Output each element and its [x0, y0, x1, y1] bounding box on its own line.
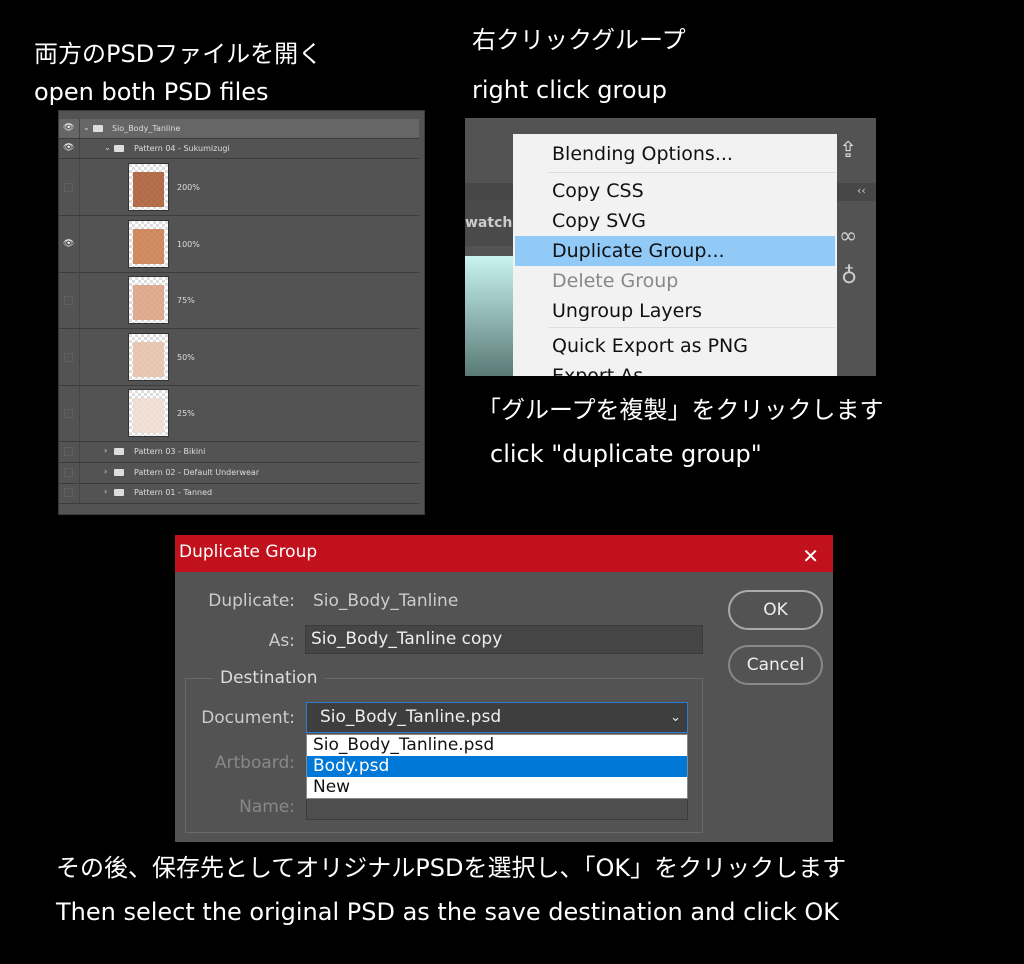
visibility-toggle[interactable]: [64, 488, 73, 497]
layer-name: 100%: [177, 239, 200, 249]
menu-item[interactable]: Copy CSS: [515, 176, 835, 206]
collapse-icon[interactable]: ‹‹: [857, 184, 866, 197]
layer-row[interactable]: 50%: [59, 328, 419, 386]
duplicate-label: Duplicate:: [208, 591, 295, 611]
chevron-right-icon[interactable]: ›: [104, 487, 107, 496]
dropdown-option[interactable]: Sio_Body_Tanline.psd: [307, 735, 687, 756]
caption-open-en: open both PSD files: [34, 78, 269, 106]
swatch-gradient: [465, 256, 513, 376]
layer-group-row[interactable]: 👁 ⌄ Sio_Body_Tanline: [59, 119, 419, 139]
caption-save-en: Then select the original PSD as the save…: [56, 898, 840, 926]
layer-folder-row[interactable]: › Pattern 03 - Bikini: [59, 442, 419, 463]
layer-thumbnail: [128, 163, 169, 211]
caption-open-jp: 両方のPSDファイルを開く: [34, 40, 323, 68]
visibility-toggle[interactable]: [64, 447, 73, 456]
layer-thumbnail: [128, 389, 169, 437]
layer-name: Pattern 02 - Default Underwear: [134, 467, 260, 477]
folder-icon: [114, 145, 124, 152]
chevron-down-icon[interactable]: ⌄: [104, 143, 111, 152]
document-value: Sio_Body_Tanline.psd: [320, 707, 502, 727]
layer-thumbnail: [128, 332, 169, 381]
duplicate-group-dialog: Duplicate Group ✕ Duplicate: Sio_Body_Ta…: [175, 535, 833, 842]
chevron-right-icon[interactable]: ›: [104, 446, 107, 455]
lightbulb-icon[interactable]: ♁: [841, 264, 857, 289]
folder-icon: [114, 468, 124, 476]
layer-name: 25%: [177, 409, 195, 418]
layer-name: Pattern 03 - Bikini: [134, 447, 206, 456]
menu-item[interactable]: Copy SVG: [515, 206, 835, 236]
layer-row[interactable]: 👁 100%: [59, 215, 419, 273]
visibility-toggle[interactable]: [64, 467, 73, 477]
eye-icon[interactable]: 👁: [63, 239, 75, 249]
menu-item[interactable]: Export As...: [515, 361, 835, 376]
visibility-toggle[interactable]: [64, 409, 73, 418]
menu-item[interactable]: Blending Options...: [515, 139, 835, 169]
close-icon[interactable]: ✕: [802, 539, 819, 573]
visibility-toggle[interactable]: [64, 296, 73, 305]
layer-row[interactable]: 75%: [59, 272, 419, 329]
caption-dup-en: click "duplicate group": [490, 440, 762, 468]
folder-icon: [93, 125, 103, 132]
share-icon[interactable]: ⇪: [839, 138, 857, 163]
layer-folder-row[interactable]: › Pattern 01 - Tanned: [59, 483, 419, 504]
layer-row[interactable]: 25%: [59, 385, 419, 442]
as-label: As:: [268, 631, 295, 651]
layer-name: 200%: [177, 183, 200, 192]
name-label: Name:: [239, 797, 295, 817]
menu-item[interactable]: Quick Export as PNG: [515, 331, 835, 361]
folder-icon: [114, 489, 124, 496]
caption-right-en: right click group: [472, 76, 667, 104]
context-menu: Blending Options... Copy CSS Copy SVG Dupli…: [513, 134, 837, 376]
layer-thumbnail: [128, 219, 169, 268]
caption-save-jp: その後、保存先としてオリジナルPSDを選択し、「OK」をクリックします: [56, 854, 847, 882]
document-select[interactable]: Sio_Body_Tanline.psd ⌄: [306, 702, 688, 733]
dropdown-option[interactable]: New: [307, 777, 687, 798]
context-menu-screenshot: watche ⇪ ‹‹ ∞ ♁ Blending Options... Copy …: [465, 118, 876, 376]
layer-thumbnail: [128, 276, 169, 324]
destination-label: Destination: [213, 668, 325, 688]
folder-icon: [114, 448, 124, 455]
document-dropdown: Sio_Body_Tanline.psd Body.psd New: [306, 734, 688, 799]
ok-button[interactable]: OK: [728, 590, 823, 630]
layer-name: Pattern 01 - Tanned: [134, 488, 213, 497]
layers-panel: 👁 ⌄ Sio_Body_Tanline 👁 ⌄ Pattern 04 - Su…: [58, 110, 425, 515]
artboard-label: Artboard:: [214, 753, 295, 773]
menu-item[interactable]: Duplicate Group...: [515, 236, 835, 266]
chevron-down-icon[interactable]: ⌄: [83, 123, 90, 132]
caption-dup-jp: 「グループを複製」をクリックします: [477, 396, 884, 424]
duplicate-value: Sio_Body_Tanline: [313, 591, 459, 611]
document-label: Document:: [201, 708, 295, 728]
layer-name: Pattern 04 - Sukumizugi: [134, 144, 230, 153]
visibility-toggle[interactable]: [64, 183, 73, 192]
menu-item[interactable]: Ungroup Layers: [515, 296, 835, 326]
dialog-title: Duplicate Group: [179, 542, 318, 562]
visibility-toggle[interactable]: [64, 352, 73, 362]
dropdown-option[interactable]: Body.psd: [307, 756, 687, 777]
layer-name: 75%: [177, 296, 195, 305]
layer-subgroup-row[interactable]: 👁 ⌄ Pattern 04 - Sukumizugi: [59, 139, 419, 159]
creative-cloud-icon[interactable]: ∞: [839, 224, 857, 249]
chevron-down-icon: ⌄: [670, 710, 681, 725]
menu-item: Delete Group: [552, 270, 679, 292]
layer-name: 50%: [177, 352, 195, 362]
chevron-right-icon[interactable]: ›: [104, 467, 107, 476]
layer-folder-row[interactable]: › Pattern 02 - Default Underwear: [59, 462, 419, 484]
dialog-titlebar: Duplicate Group ✕: [175, 535, 833, 572]
layer-name: Sio_Body_Tanline: [112, 124, 181, 133]
as-input[interactable]: Sio_Body_Tanline copy: [305, 625, 703, 654]
eye-icon[interactable]: 👁: [63, 143, 75, 153]
cancel-button[interactable]: Cancel: [728, 645, 823, 685]
eye-icon[interactable]: 👁: [63, 123, 75, 133]
caption-right-jp: 右クリックグループ: [472, 26, 686, 54]
layer-row[interactable]: 200%: [59, 159, 419, 216]
